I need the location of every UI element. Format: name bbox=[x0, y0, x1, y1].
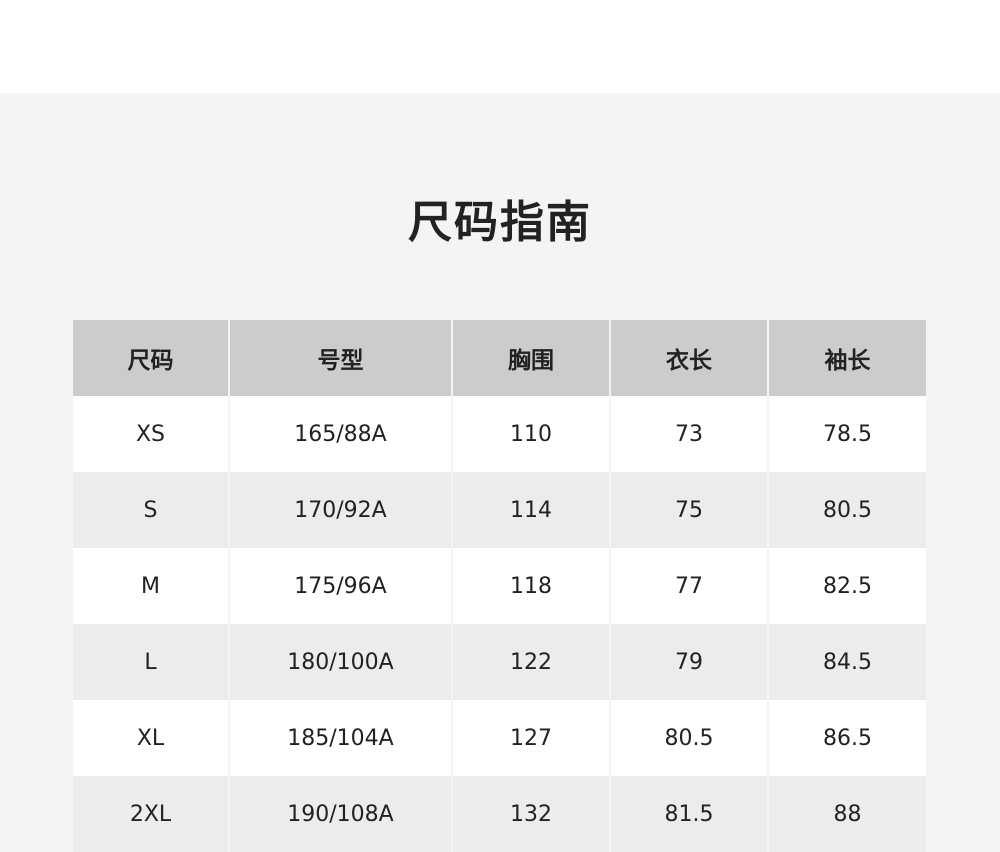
cell-chest: 114 bbox=[451, 472, 610, 548]
top-band bbox=[0, 0, 1000, 93]
cell-spec: 185/104A bbox=[228, 700, 452, 776]
header-spec: 号型 bbox=[228, 320, 452, 396]
cell-sleeve: 88 bbox=[767, 776, 926, 852]
cell-spec: 180/100A bbox=[228, 624, 452, 700]
cell-sleeve: 80.5 bbox=[767, 472, 926, 548]
table-row: L 180/100A 122 79 84.5 bbox=[73, 624, 926, 700]
cell-chest: 118 bbox=[451, 548, 610, 624]
cell-length: 80.5 bbox=[609, 700, 768, 776]
cell-size: S bbox=[73, 472, 229, 548]
cell-chest: 127 bbox=[451, 700, 610, 776]
cell-spec: 175/96A bbox=[228, 548, 452, 624]
cell-length: 77 bbox=[609, 548, 768, 624]
cell-length: 73 bbox=[609, 396, 768, 472]
header-chest: 胸围 bbox=[451, 320, 610, 396]
cell-spec: 190/108A bbox=[228, 776, 452, 852]
cell-length: 79 bbox=[609, 624, 768, 700]
cell-size: M bbox=[73, 548, 229, 624]
table-row: S 170/92A 114 75 80.5 bbox=[73, 472, 926, 548]
cell-size: XL bbox=[73, 700, 229, 776]
cell-chest: 110 bbox=[451, 396, 610, 472]
cell-length: 81.5 bbox=[609, 776, 768, 852]
table-row: XS 165/88A 110 73 78.5 bbox=[73, 396, 926, 472]
header-length: 衣长 bbox=[609, 320, 768, 396]
table-row: 2XL 190/108A 132 81.5 88 bbox=[73, 776, 926, 852]
cell-sleeve: 82.5 bbox=[767, 548, 926, 624]
cell-sleeve: 86.5 bbox=[767, 700, 926, 776]
table-row: M 175/96A 118 77 82.5 bbox=[73, 548, 926, 624]
page-title: 尺码指南 bbox=[408, 197, 592, 248]
cell-chest: 122 bbox=[451, 624, 610, 700]
cell-chest: 132 bbox=[451, 776, 610, 852]
cell-spec: 165/88A bbox=[228, 396, 452, 472]
cell-size: L bbox=[73, 624, 229, 700]
cell-sleeve: 84.5 bbox=[767, 624, 926, 700]
table-header-row: 尺码 号型 胸围 衣长 袖长 bbox=[73, 320, 926, 396]
cell-size: 2XL bbox=[73, 776, 229, 852]
cell-length: 75 bbox=[609, 472, 768, 548]
header-sleeve: 袖长 bbox=[767, 320, 926, 396]
cell-sleeve: 78.5 bbox=[767, 396, 926, 472]
table-row: XL 185/104A 127 80.5 86.5 bbox=[73, 700, 926, 776]
cell-size: XS bbox=[73, 396, 229, 472]
header-size: 尺码 bbox=[73, 320, 229, 396]
cell-spec: 170/92A bbox=[228, 472, 452, 548]
size-chart-table: 尺码 号型 胸围 衣长 袖长 XS 165/88A 110 73 78.5 S … bbox=[73, 320, 926, 852]
